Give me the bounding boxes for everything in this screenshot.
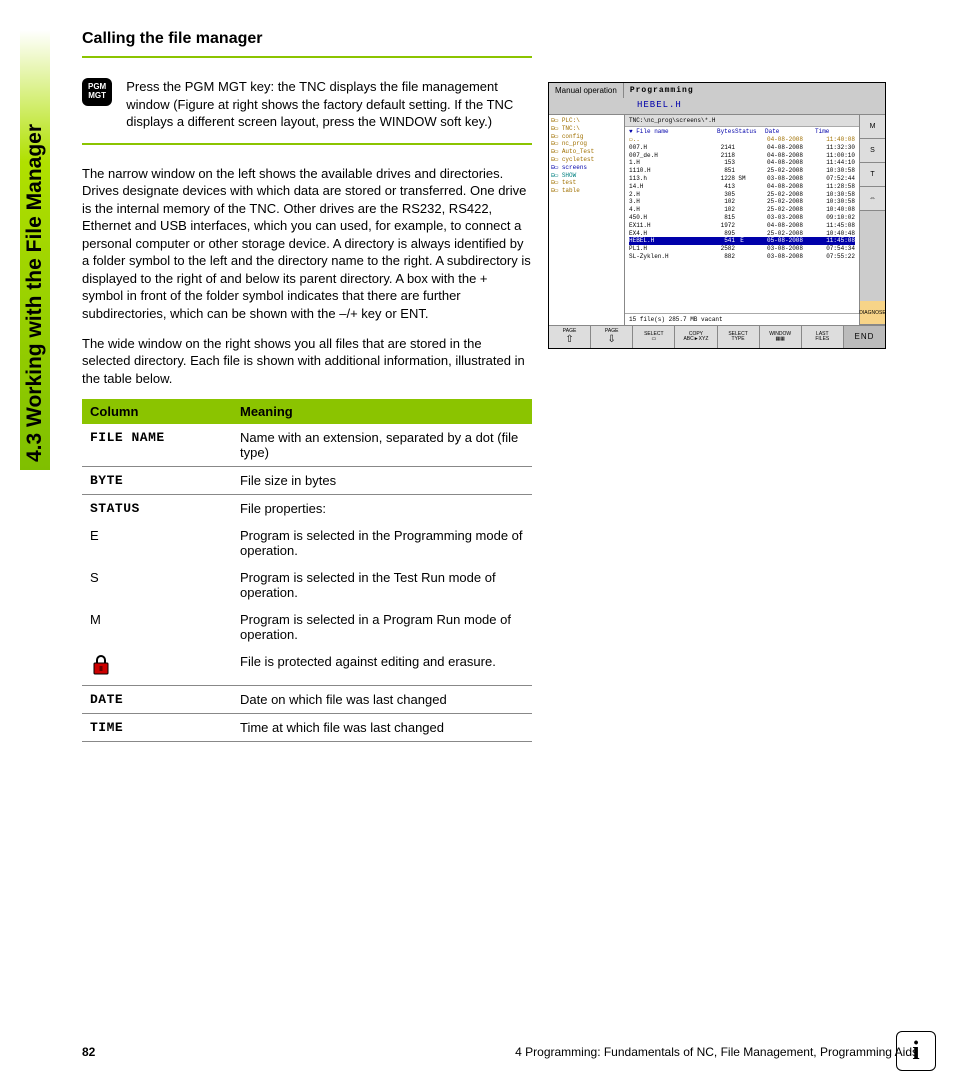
fig-softkey-row: PAGE⇧PAGE⇩SELECT▭COPYABC►XYZSELECTTYPEWI… — [549, 325, 885, 348]
table-cell-column: E — [82, 522, 232, 564]
divider — [82, 56, 532, 58]
page-number: 82 — [82, 1045, 95, 1059]
table-header-column: Column — [82, 399, 232, 424]
table-cell-meaning: Time at which file was last changed — [232, 714, 532, 742]
fig-column-headers: ♥ File nameBytesStatusDateTime — [625, 127, 859, 136]
table-header-meaning: Meaning — [232, 399, 532, 424]
lock-icon — [90, 654, 110, 676]
section-sidebar-title: 4.3 Working with the File Manager — [20, 30, 50, 470]
table-cell-column: M — [82, 606, 232, 648]
paragraph-1: The narrow window on the left shows the … — [82, 165, 532, 323]
table-cell-column: BYTE — [82, 467, 232, 495]
table-cell-column: STATUS — [82, 495, 232, 523]
table-cell-meaning: Date on which file was last changed — [232, 686, 532, 714]
divider — [82, 143, 532, 145]
chapter-title: 4 Programming: Fundamentals of NC, File … — [515, 1045, 918, 1059]
section-heading: Calling the file manager — [82, 30, 532, 48]
fig-path: TNC:\nc_prog\screens\*.H — [625, 115, 859, 127]
pgm-mgt-key-icon: PGMMGT — [82, 78, 112, 106]
fig-mode-right: Programming — [624, 83, 885, 98]
paragraph-2: The wide window on the right shows you a… — [82, 335, 532, 388]
fig-status-line: 15 file(s) 285.7 MB vacant — [625, 313, 859, 325]
table-cell-meaning: Program is selected in the Test Run mode… — [232, 564, 532, 606]
table-cell-meaning: Program is selected in the Programming m… — [232, 522, 532, 564]
file-manager-screenshot: Manual operation Programming HEBEL.H ⊟▭ … — [548, 82, 886, 349]
table-cell-meaning: Program is selected in a Program Run mod… — [232, 606, 532, 648]
fig-current-file: HEBEL.H — [549, 98, 885, 115]
info-icon: i — [896, 1031, 936, 1071]
table-cell-column: S — [82, 564, 232, 606]
table-cell-column: FILE NAME — [82, 424, 232, 467]
table-cell-column: TIME — [82, 714, 232, 742]
table-cell-meaning: File is protected against editing and er… — [232, 648, 532, 686]
column-meaning-table: Column Meaning FILE NAMEName with an ext… — [82, 399, 532, 742]
table-cell-column: DATE — [82, 686, 232, 714]
fig-mode-left: Manual operation — [549, 83, 624, 98]
fig-file-list: ▭..04-08-200811:40:08007.H214104-08-2008… — [625, 136, 859, 313]
table-cell-meaning: File properties: — [232, 495, 532, 523]
fig-right-bar: MST⇔DIAGNOSE — [859, 115, 885, 325]
fig-directory-tree: ⊟▭ PLC:\⊟▭ TNC:\ ⊟▭ config ⊟▭ nc_prog ⊟▭… — [549, 115, 625, 325]
table-cell-meaning: File size in bytes — [232, 467, 532, 495]
key-instruction-text: Press the PGM MGT key: the TNC displays … — [126, 78, 532, 131]
page-footer: 82 4 Programming: Fundamentals of NC, Fi… — [82, 1045, 918, 1059]
table-cell-meaning: Name with an extension, separated by a d… — [232, 424, 532, 467]
table-cell-column — [82, 648, 232, 686]
